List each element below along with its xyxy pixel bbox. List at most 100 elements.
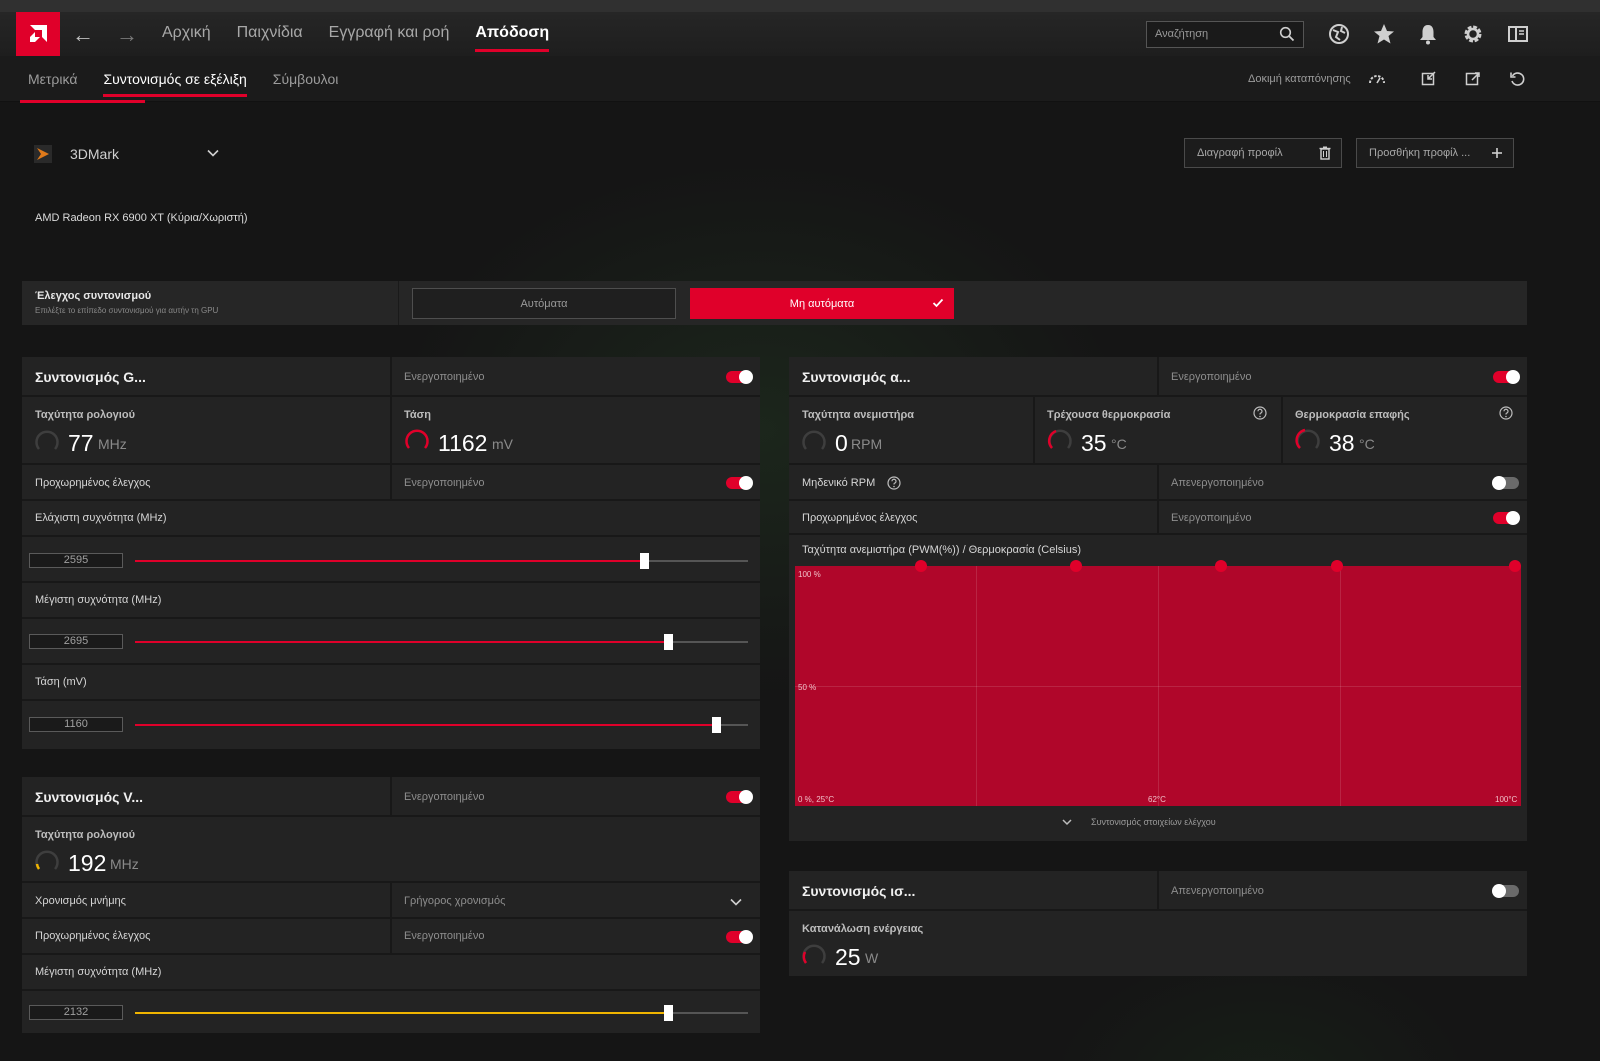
export-profile-icon[interactable] [1464,70,1482,88]
power-tuning-header: Συντονισμός ισ... Απενεργοποιημένο [789,871,1527,911]
globe-icon[interactable] [1326,21,1352,47]
help-icon[interactable] [1499,406,1513,420]
max-frequency-input[interactable]: 2695 [29,634,123,649]
zero-rpm-toggle[interactable] [1492,476,1519,490]
zero-rpm-row: Μηδενικό RPM Απενεργοποιημένο [789,465,1527,501]
vram-tuning-toggle[interactable] [726,790,753,804]
power-tuning-toggle[interactable] [1492,884,1519,898]
fan-speed-label: Ταχύτητα ανεμιστήρα [802,409,915,421]
tab-metrics[interactable]: Μετρικά [28,71,77,97]
tab-tuning[interactable]: Συντονισμός σε εξέλιξη [103,71,248,97]
vram-advanced-control-label: Προχωρημένος έλεγχος [35,930,151,942]
junction-temp-gauge-icon [1295,428,1320,449]
voltage-slider[interactable] [135,717,748,733]
add-profile-button[interactable]: Προσθήκη προφίλ ... [1356,138,1514,168]
max-frequency-slider-handle[interactable] [664,634,673,650]
gear-icon[interactable] [1460,21,1486,47]
min-frequency-input[interactable]: 2595 [29,553,123,568]
fan-metrics-row: Ταχύτητα ανεμιστήρα 0 RPM Τρέχουσα θερμο… [789,397,1527,465]
automatic-mode-label: Αυτόματα [520,297,568,310]
bell-icon[interactable] [1415,21,1441,47]
vram-advanced-toggle[interactable] [726,930,753,944]
reset-icon[interactable] [1508,70,1526,88]
fan-tuning-title: Συντονισμός α... [802,369,911,385]
automatic-mode-button[interactable]: Αυτόματα [412,288,676,319]
nav-record-stream[interactable]: Εγγραφή και ροή [329,24,450,52]
help-icon[interactable] [887,476,901,490]
memory-timing-dropdown[interactable]: Γρήγορος χρονισμός [390,883,760,917]
chevron-down-icon[interactable] [206,146,220,160]
fan-tuning-panel: Συντονισμός α... Ενεργοποιημένο Ταχύτητα… [789,357,1527,841]
expand-controls-row[interactable]: Συντονισμός στοιχείων ελέγχου [789,806,1527,841]
sub-nav-bar: Μετρικά Συντονισμός σε εξέλιξη Σύμβουλοι… [0,56,1600,102]
voltage-value: 1162 [438,430,488,456]
tab-advisors[interactable]: Σύμβουλοι [273,71,339,97]
junction-temp-value: 38 [1329,430,1355,456]
fan-speed-unit: RPM [851,436,883,452]
fan-advanced-toggle[interactable] [1493,511,1520,525]
fan-tuning-toggle[interactable] [1493,370,1520,384]
fan-curve-point[interactable] [1069,560,1082,572]
voltage-input[interactable]: 1160 [29,717,123,732]
top-bar: ← → Αρχική Παιχνίδια Εγγραφή και ροή Από… [0,0,1600,56]
gpu-advanced-status-cell: Ενεργοποιημένο [390,465,760,499]
nav-performance[interactable]: Απόδοση [475,24,549,52]
gpu-tuning-status: Ενεργοποιημένο [404,371,485,383]
stress-test-gauge-icon[interactable] [1368,70,1386,88]
profile-selector[interactable]: 3DMark [30,143,226,167]
current-temp-cell: Τρέχουσα θερμοκρασία 35 °C [1033,397,1281,463]
vram-max-frequency-slider[interactable] [135,1005,748,1021]
fan-curve-title: Ταχύτητα ανεμιστήρα (PWM(%)) / Θερμοκρασ… [802,544,1082,556]
chart-gridline-horizontal [795,686,1521,687]
fan-curve-point[interactable] [1331,560,1344,572]
gpu-advanced-toggle[interactable] [726,476,753,490]
delete-profile-label: Διαγραφή προφίλ [1197,147,1283,159]
nav-games[interactable]: Παιχνίδια [237,24,303,52]
stress-test-label[interactable]: Δοκιμή καταπόνησης [1248,73,1351,85]
fan-curve-point[interactable] [1509,560,1521,572]
gpu-tuning-toggle[interactable] [726,370,753,384]
vram-max-frequency-slider-handle[interactable] [664,1005,673,1021]
fan-curve-chart[interactable]: 100 % 50 % 0 %, 25°C 62°C 100°C [795,560,1521,806]
min-frequency-slider-handle[interactable] [640,553,649,569]
vram-clock-label: Ταχύτητα ρολογιού [35,829,135,841]
gpu-name: AMD Radeon RX 6900 XT (Κύρια/Χωριστή) [35,212,248,224]
voltage-slider-handle[interactable] [712,717,721,733]
power-tuning-status: Απενεργοποιημένο [1171,885,1264,897]
max-frequency-slider[interactable] [135,634,748,650]
gpu-advanced-control-row: Προχωρημένος έλεγχος Ενεργοποιημένο [22,465,760,501]
scroll-indicator [20,100,145,103]
check-icon [932,298,944,308]
min-frequency-slider[interactable] [135,553,748,569]
current-temp-label: Τρέχουσα θερμοκρασία [1047,409,1171,421]
power-gauge-icon [802,944,826,964]
fan-curve-point[interactable] [1214,560,1227,572]
amd-logo[interactable] [16,12,60,56]
main-nav: Αρχική Παιχνίδια Εγγραφή και ροή Απόδοση [162,24,549,52]
tuning-control-title: Έλεγχος συντονισμού [35,290,152,302]
voltage-label: Τάση [404,409,431,421]
search-placeholder: Αναζήτηση [1155,28,1209,40]
fan-curve-point[interactable] [914,560,927,572]
back-arrow-icon[interactable]: ← [72,22,94,48]
min-frequency-slider-row: 2595 [22,537,760,583]
search-icon[interactable] [1279,26,1295,42]
voltage-gauge-icon [405,429,429,449]
star-icon[interactable] [1371,21,1397,47]
search-input[interactable]: Αναζήτηση [1146,21,1304,48]
import-profile-icon[interactable] [1420,70,1438,88]
nav-home[interactable]: Αρχική [162,24,211,52]
delete-profile-button[interactable]: Διαγραφή προφίλ [1184,138,1342,168]
profile-name: 3DMark [70,146,120,162]
zero-rpm-status-cell: Απενεργοποιημένο [1157,465,1527,499]
help-icon[interactable] [1253,406,1267,420]
sidebar-panel-icon[interactable] [1505,21,1531,47]
x-tick-label-mid: 62°C [1148,795,1166,804]
manual-mode-button[interactable]: Μη αυτόματα [690,288,954,319]
power-tuning-title: Συντονισμός ισ... [802,883,916,899]
fan-speed-gauge-icon [802,430,826,450]
vram-max-frequency-input[interactable]: 2132 [29,1005,123,1020]
voltage-unit: mV [492,436,513,452]
forward-arrow-icon[interactable]: → [116,22,138,48]
trash-icon [1319,146,1331,160]
